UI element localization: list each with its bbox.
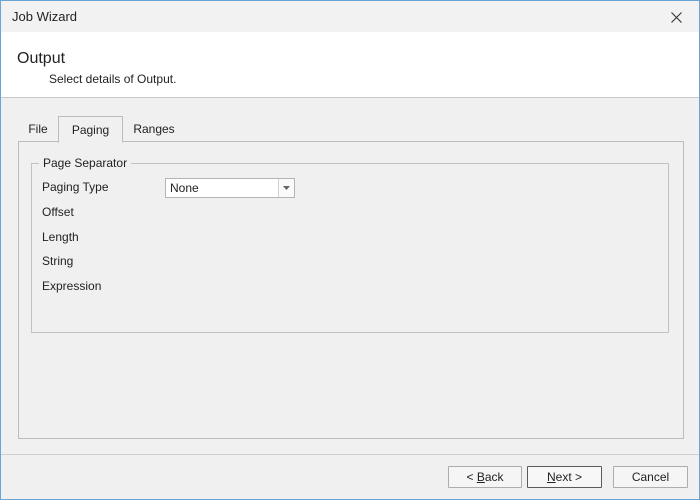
title-bar: Job Wizard <box>1 1 699 32</box>
length-label: Length <box>42 230 79 244</box>
window-title: Job Wizard <box>12 9 78 24</box>
tab-file-label: File <box>28 122 48 136</box>
paging-type-select[interactable]: None <box>165 178 295 198</box>
paging-type-label: Paging Type <box>42 180 109 194</box>
paging-type-value: None <box>170 181 199 195</box>
wizard-header: Output Select details of Output. <box>1 32 699 98</box>
job-wizard-window: Job Wizard Output Select details of Outp… <box>0 0 700 500</box>
back-mnemonic: B <box>476 470 485 484</box>
cancel-button[interactable]: Cancel <box>613 466 688 488</box>
tab-ranges-label: Ranges <box>133 122 175 136</box>
cancel-label: Cancel <box>631 470 670 484</box>
next-button[interactable]: Next > <box>527 466 602 488</box>
tab-panel-paging: Page Separator Paging Type None Offset L… <box>18 141 684 439</box>
group-legend: Page Separator <box>39 156 132 170</box>
tab-paging-label: Paging <box>71 123 110 137</box>
close-button[interactable] <box>659 5 693 29</box>
tab-paging[interactable]: Paging <box>58 116 123 143</box>
next-mnemonic: N <box>546 470 556 484</box>
footer-divider <box>1 454 699 455</box>
close-icon <box>670 11 682 23</box>
dropdown-button[interactable] <box>278 179 294 197</box>
page-title: Output <box>17 50 66 67</box>
tab-ranges[interactable]: Ranges <box>124 116 184 140</box>
string-label: String <box>42 254 74 268</box>
back-label-rest: ack <box>484 470 504 484</box>
chevron-down-icon <box>283 186 290 190</box>
expression-label: Expression <box>42 279 102 293</box>
back-button[interactable]: < Back <box>448 466 522 488</box>
next-label-rest: ext > <box>555 470 583 484</box>
back-prefix: < <box>466 470 477 484</box>
page-separator-group: Page Separator Paging Type None Offset L… <box>31 156 669 333</box>
page-subtitle: Select details of Output. <box>49 72 177 86</box>
tab-file[interactable]: File <box>18 116 58 140</box>
offset-label: Offset <box>42 205 74 219</box>
